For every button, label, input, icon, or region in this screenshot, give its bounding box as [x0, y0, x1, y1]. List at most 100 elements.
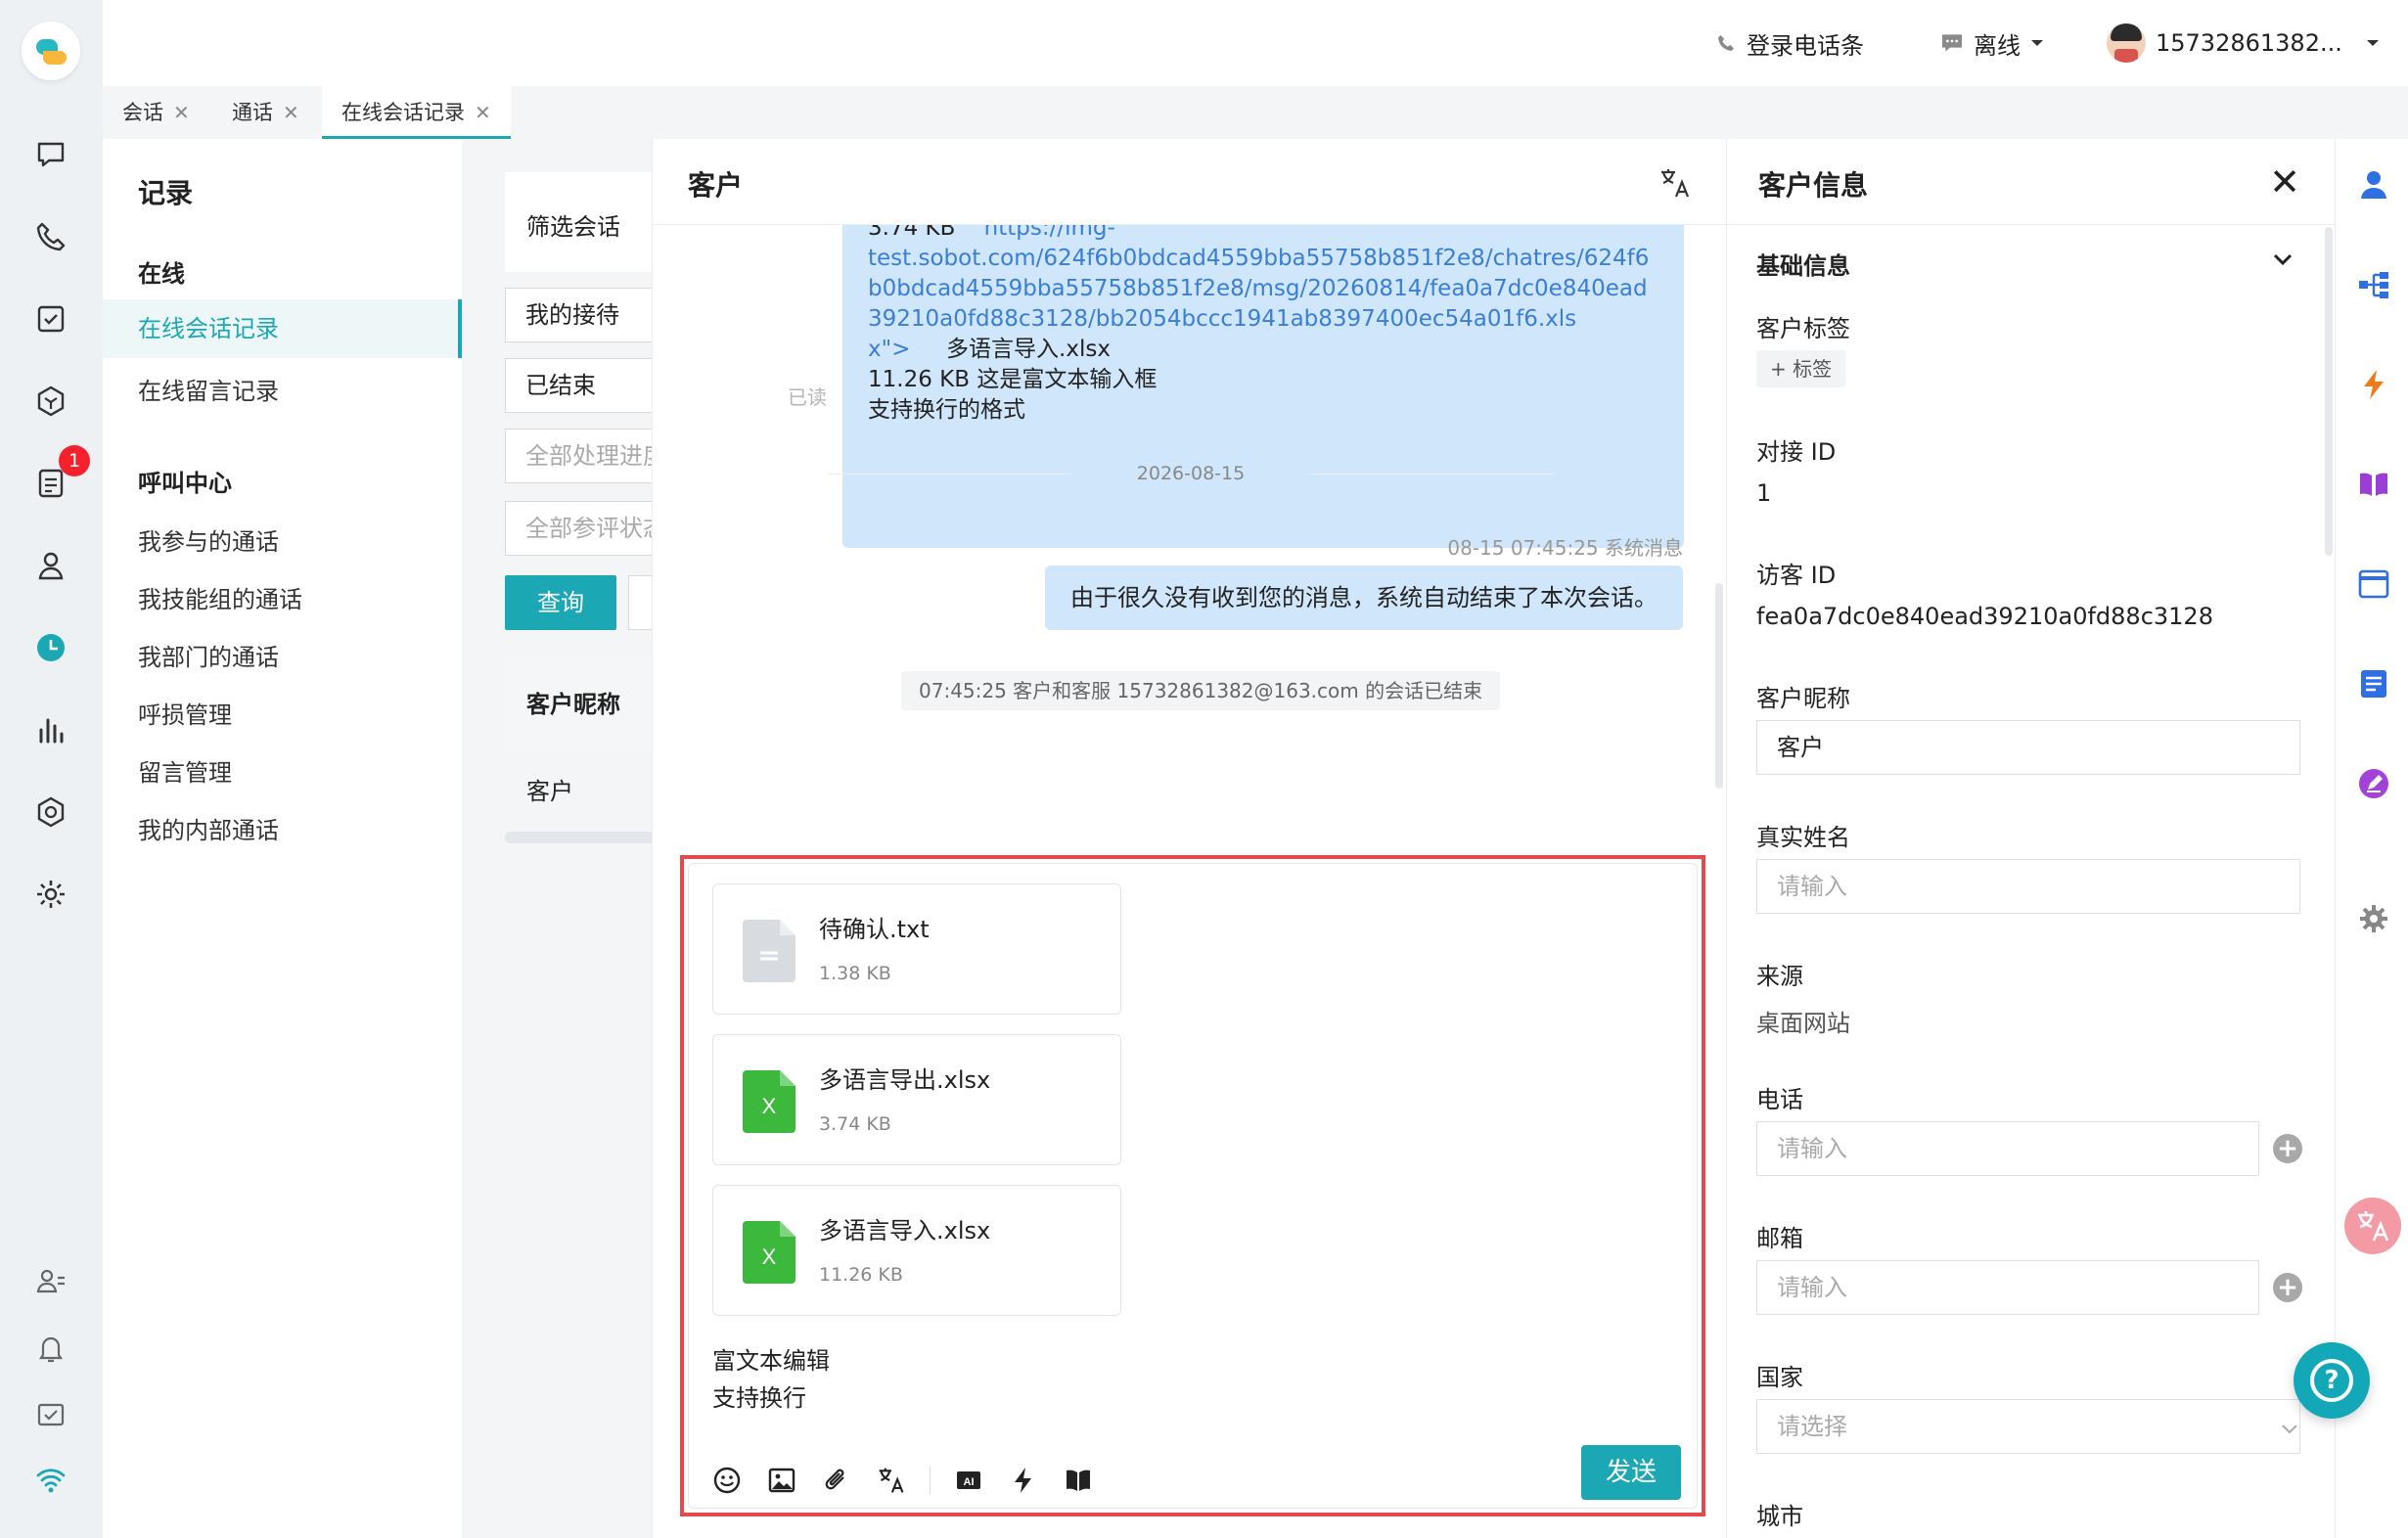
phone-icon[interactable] [33, 219, 68, 254]
reception-select[interactable]: 我的接待 [505, 288, 652, 342]
emoji-icon[interactable] [710, 1464, 744, 1497]
sign-edit-icon[interactable] [2357, 767, 2390, 800]
send-button[interactable]: 发送 [1581, 1445, 1681, 1500]
close-icon[interactable]: ✕ [173, 101, 190, 124]
status-label: 离线 [1974, 31, 2021, 60]
chat-header: 客户 [653, 139, 1727, 225]
floating-translate-button[interactable] [2344, 1198, 2401, 1254]
account-menu[interactable]: 15732861382... [2107, 23, 2380, 63]
bell-icon[interactable] [33, 1331, 68, 1366]
attachment-card[interactable]: 待确认.txt 1.38 KB [712, 883, 1121, 1015]
quick-reply-bolt-icon[interactable] [1007, 1464, 1040, 1497]
knowledge-book-icon[interactable] [2357, 468, 2390, 501]
records-nav: 记录 在线 在线会话记录 在线留言记录 呼叫中心 我参与的通话 我技能组的通话 … [103, 139, 462, 1538]
info-scrollbar[interactable] [2325, 227, 2333, 556]
attachment-clip-icon[interactable] [820, 1464, 853, 1497]
date-label: 2026-08-15 [1136, 463, 1246, 484]
tab-online-records[interactable]: 在线会话记录 ✕ [322, 86, 511, 139]
phone-input[interactable]: 请输入 [1756, 1121, 2259, 1176]
tab-label: 会话 [122, 101, 163, 124]
app-logo[interactable] [22, 22, 80, 80]
evaluation-select[interactable]: 全部参评状态 [505, 501, 652, 556]
bar-chart-icon[interactable] [33, 712, 68, 747]
customer-tags-label: 客户标签 [1756, 315, 1850, 342]
nav-title: 记录 [138, 177, 194, 209]
help-button[interactable]: ? [2294, 1342, 2370, 1419]
table-scrollbar[interactable] [505, 832, 652, 843]
system-message-bubble: 由于很久没有收到您的消息，系统自动结束了本次会话。 [1045, 565, 1683, 630]
ticket-form-icon[interactable] [2357, 667, 2390, 701]
task-check-icon[interactable] [33, 301, 68, 337]
source-label: 来源 [1756, 963, 1803, 990]
add-email-icon[interactable]: + [2273, 1273, 2302, 1302]
agent-profile-icon[interactable] [33, 1264, 68, 1299]
account-label: 15732861382... [2156, 29, 2342, 57]
nav-item-skill-group-calls[interactable]: 我技能组的通话 [138, 580, 302, 614]
caret-down-icon [2366, 40, 2379, 46]
translate-icon[interactable] [875, 1464, 908, 1497]
query-button[interactable]: 查询 [505, 575, 616, 630]
nav-item-online-session-records[interactable]: 在线会话记录 [103, 299, 462, 358]
xlsx-glyph: X [762, 1094, 777, 1118]
close-icon[interactable]: ✕ [283, 101, 299, 124]
status-dropdown[interactable]: 离线 [1940, 25, 2044, 61]
tab-calls[interactable]: 通话 ✕ [212, 86, 319, 139]
settings-gear-icon[interactable] [2357, 902, 2390, 935]
quick-reply-bolt-icon[interactable] [2357, 368, 2390, 401]
add-phone-icon[interactable]: + [2273, 1134, 2302, 1163]
filter-tab[interactable]: 筛选会话 [526, 207, 620, 242]
message-link[interactable]: https://img- [984, 225, 1115, 241]
add-tag-button[interactable]: + 标签 [1756, 350, 1846, 387]
user-group-icon[interactable] [33, 548, 68, 583]
phone-bar-login[interactable]: 登录电话条 [1715, 25, 1864, 61]
message-file-name: 多语言导入.xlsx [946, 337, 1111, 362]
tab-bar: 会话 ✕ 通话 ✕ 在线会话记录 ✕ [103, 86, 2408, 139]
nav-item-internal-calls[interactable]: 我的内部通话 [138, 811, 279, 845]
realname-input[interactable]: 请输入 [1756, 859, 2300, 914]
nav-item-department-calls[interactable]: 我部门的通话 [138, 638, 279, 672]
system-message-meta: 08-15 07:45:25 系统消息 [1447, 536, 1683, 560]
image-icon[interactable] [765, 1464, 798, 1497]
close-icon[interactable]: ✕ [2269, 160, 2300, 204]
ai-assistant-icon[interactable]: AI [952, 1464, 985, 1497]
nav-item-call-loss[interactable]: 呼损管理 [138, 696, 232, 730]
chat-bubble-icon[interactable] [33, 137, 68, 172]
nav-item-online-message-records[interactable]: 在线留言记录 [138, 372, 279, 406]
browser-window-icon[interactable] [2357, 567, 2390, 601]
info-title: 客户信息 [1758, 169, 1869, 202]
tab-label: 通话 [232, 101, 273, 124]
inbox-check-icon[interactable] [33, 1397, 68, 1432]
chat-scrollbar[interactable] [1715, 583, 1723, 789]
info-header: 客户信息 ✕ [1727, 139, 2336, 225]
tab-sessions[interactable]: 会话 ✕ [103, 86, 209, 139]
message-link-body: test.sobot.com/624f6b0bdcad4559bba55758b… [868, 244, 1658, 365]
notification-badge: 1 [59, 445, 90, 476]
attachment-card[interactable]: X 多语言导出.xlsx 3.74 KB [712, 1034, 1121, 1165]
country-select[interactable]: 请选择 [1756, 1399, 2300, 1454]
table-row[interactable]: 客户 [505, 749, 652, 834]
knowledge-book-icon[interactable] [1062, 1464, 1095, 1497]
status-select[interactable]: 已结束 [505, 358, 652, 413]
email-input[interactable]: 请输入 [1756, 1260, 2259, 1315]
nav-item-voicemail[interactable]: 留言管理 [138, 753, 232, 788]
history-clock-icon[interactable] [33, 630, 68, 665]
xlsx-file-icon: X [743, 1070, 795, 1133]
flow-tree-icon[interactable] [2357, 268, 2390, 301]
basic-info-section[interactable]: 基础信息 [1756, 247, 1850, 281]
progress-select[interactable]: 全部处理进度 [505, 429, 652, 483]
quality-check-icon[interactable] [33, 794, 68, 830]
chevron-down-icon [2280, 1417, 2299, 1436]
settings-gear-icon[interactable] [33, 877, 68, 912]
composer-editor[interactable]: 待确认.txt 1.38 KB X 多语言导出.xlsx 3.74 KB X 多… [688, 863, 1698, 1509]
dock-id-value: 1 [1756, 479, 1772, 507]
attachment-card[interactable]: X 多语言导入.xlsx 11.26 KB [712, 1185, 1121, 1316]
nav-item-my-calls[interactable]: 我参与的通话 [138, 522, 279, 557]
translate-icon[interactable] [1658, 166, 1692, 200]
nickname-input[interactable]: 客户 [1756, 720, 2300, 775]
chevron-down-icon[interactable] [2270, 247, 2295, 272]
close-icon[interactable]: ✕ [475, 101, 491, 124]
hexagon-icon[interactable] [33, 384, 68, 419]
source-value: 桌面网站 [1756, 1010, 1850, 1037]
customer-profile-icon[interactable] [2357, 168, 2390, 202]
reset-button[interactable] [628, 575, 652, 630]
